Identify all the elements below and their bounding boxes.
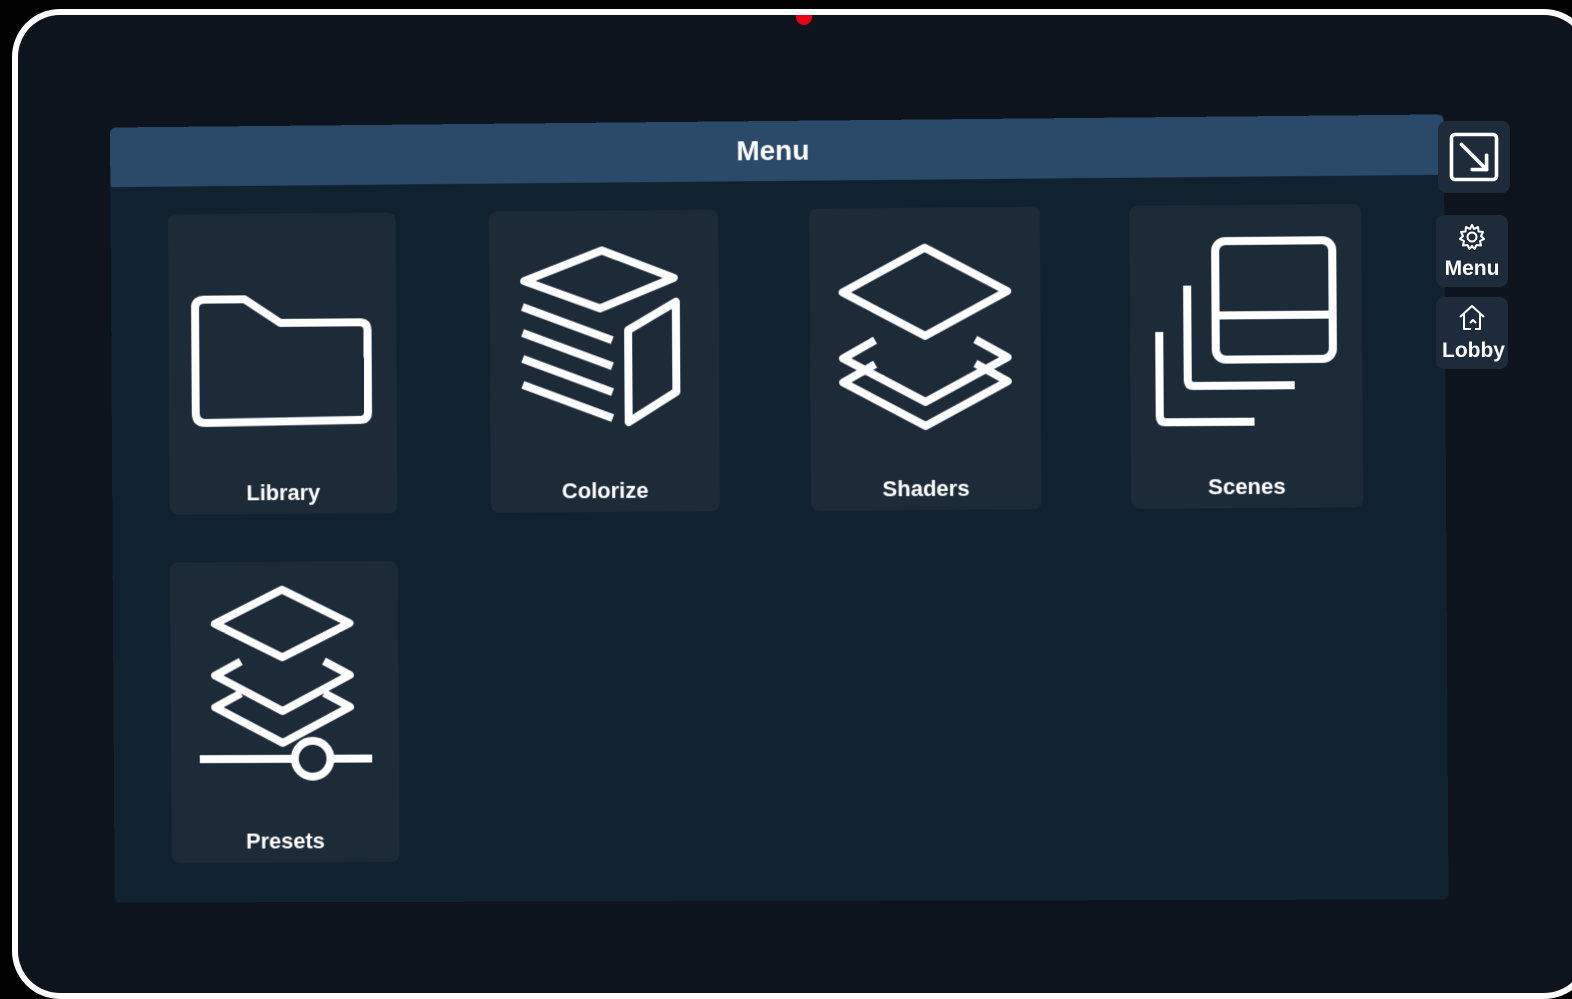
tile-library[interactable]: Library: [168, 212, 398, 514]
collapse-button[interactable]: [1438, 121, 1510, 193]
arrow-down-right-icon: [1447, 130, 1501, 184]
device-frame: Menu Library Colorize: [12, 9, 1572, 999]
lobby-button[interactable]: Lobby: [1436, 297, 1508, 369]
tile-label: Presets: [172, 828, 400, 855]
menu-panel: Menu Library Colorize: [110, 114, 1449, 902]
panel-title: Menu: [736, 135, 809, 168]
tile-label: Library: [169, 479, 397, 506]
folder-icon: [183, 234, 382, 435]
tile-label: Scenes: [1131, 473, 1363, 501]
menu-button-label: Menu: [1436, 257, 1508, 281]
layers-icon: [824, 229, 1026, 431]
lobby-button-label: Lobby: [1442, 339, 1508, 363]
tile-label: Colorize: [491, 477, 720, 504]
menu-button[interactable]: Menu: [1436, 215, 1508, 287]
tile-presets[interactable]: Presets: [170, 561, 400, 863]
gear-icon: [1457, 222, 1487, 252]
tile-label: Shaders: [811, 475, 1042, 502]
home-icon: [1457, 303, 1487, 333]
layers-slider-icon: [185, 583, 384, 783]
tile-shaders[interactable]: Shaders: [809, 207, 1041, 511]
stacked-windows-icon: [1144, 226, 1347, 428]
indicator-dot: [796, 9, 812, 25]
tile-colorize[interactable]: Colorize: [489, 210, 720, 513]
tile-scenes[interactable]: Scenes: [1129, 204, 1363, 509]
color-cube-icon: [504, 232, 705, 433]
panel-header: Menu: [110, 114, 1444, 187]
